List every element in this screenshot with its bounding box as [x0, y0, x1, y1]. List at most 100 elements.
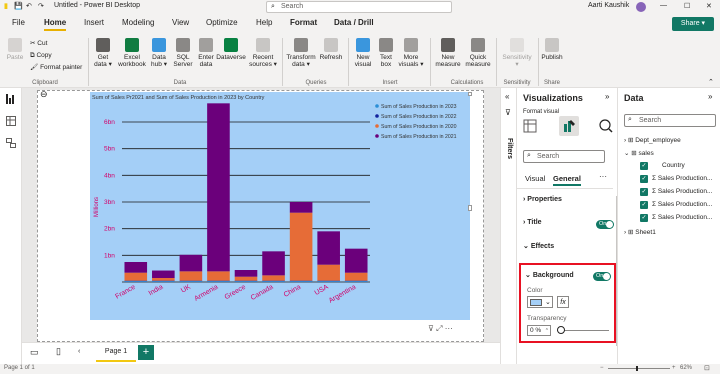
page-count: Page 1 of 1: [4, 365, 35, 371]
table-sheet1[interactable]: › ⊞ Sheet1: [624, 228, 656, 236]
tab-insert[interactable]: Insert: [84, 18, 104, 27]
checkbox-checked-icon[interactable]: ✓: [640, 175, 648, 183]
maximize-icon[interactable]: ☐: [684, 2, 690, 10]
scroll-left-icon[interactable]: ‹: [78, 348, 80, 355]
get-data-button[interactable]: Get data ▾: [92, 38, 114, 68]
section-title[interactable]: › Title: [523, 219, 542, 226]
bar-segment: [344, 248, 368, 273]
more-visuals-button[interactable]: More visuals ▾: [398, 38, 424, 68]
analytics-icon[interactable]: [599, 119, 613, 133]
format-painter-button[interactable]: 🖌 Format painter: [30, 62, 82, 74]
sql-server-button[interactable]: SQL Server: [172, 38, 194, 68]
title-toggle[interactable]: On: [596, 220, 614, 229]
resize-handle[interactable]: [468, 92, 472, 96]
tab-optimize[interactable]: Optimize: [206, 18, 238, 27]
search-box[interactable]: ⌕ Search: [266, 1, 452, 13]
stacked-column-chart[interactable]: Sum of Sales Pr2021 and Sum of Sales Pro…: [90, 92, 470, 320]
filters-label: Filters: [506, 138, 513, 160]
collapse-viz-icon[interactable]: »: [605, 92, 609, 101]
build-visual-icon[interactable]: [523, 119, 537, 133]
minimize-icon[interactable]: —: [660, 2, 667, 9]
share-button[interactable]: Share ▾: [672, 17, 714, 31]
y-tick-label: 6bn: [104, 119, 115, 126]
sensitivity-button[interactable]: Sensitivity ▾: [500, 38, 534, 68]
more-options-icon[interactable]: ⋯: [445, 324, 453, 333]
refresh-button[interactable]: Refresh: [318, 38, 344, 61]
user-name[interactable]: Aarti Kaushik: [588, 2, 629, 9]
tab-modeling[interactable]: Modeling: [122, 18, 154, 27]
publish-button[interactable]: Publish: [540, 38, 564, 61]
excel-button[interactable]: Excel workbook: [118, 38, 146, 68]
table-dept-employee[interactable]: › ⊞ Dept_employee: [624, 136, 681, 144]
section-effects[interactable]: ⌄ Effects: [523, 242, 554, 250]
tab-help[interactable]: Help: [256, 18, 272, 27]
stepper-icon[interactable]: ⌃: [545, 326, 549, 336]
close-icon[interactable]: ✕: [706, 2, 712, 10]
dataverse-button[interactable]: Dataverse: [216, 38, 246, 61]
viz-search-input[interactable]: ⌕ Search: [523, 150, 605, 163]
new-measure-button[interactable]: New measure: [434, 38, 462, 68]
table-sales[interactable]: ⌄ ⊞ sales: [624, 149, 654, 157]
save-icon[interactable]: 💾: [14, 2, 23, 10]
model-view-icon[interactable]: [6, 138, 16, 150]
data-hub-button[interactable]: Data hub ▾: [148, 38, 170, 68]
cut-button[interactable]: ✂ Cut: [30, 38, 82, 50]
data-hub-label: Data hub: [151, 54, 166, 68]
fit-page-icon[interactable]: ⊡: [704, 364, 710, 372]
back-arrow-icon[interactable]: ⊖: [40, 89, 48, 100]
page-tab-1[interactable]: Page 1: [96, 344, 136, 362]
data-search-input[interactable]: ⌕ Search: [624, 114, 716, 127]
copy-button[interactable]: ⧉ Copy: [30, 50, 82, 62]
quick-measure-button[interactable]: Quick measure: [464, 38, 492, 68]
tab-view[interactable]: View: [172, 18, 189, 27]
tab-format[interactable]: Format: [290, 18, 317, 27]
mobile-layout-icon[interactable]: ▯: [56, 346, 61, 357]
color-picker[interactable]: ⌄: [527, 296, 553, 308]
x-tick-label: China: [283, 284, 302, 299]
transform-data-button[interactable]: Transform data ▾: [286, 38, 316, 68]
new-visual-button[interactable]: New visual: [352, 38, 374, 68]
redo-icon[interactable]: ↷: [38, 2, 44, 10]
zoom-out-icon[interactable]: −: [600, 365, 604, 371]
checkbox-checked-icon[interactable]: ✓: [640, 162, 648, 170]
report-view-icon[interactable]: [6, 94, 16, 104]
undo-icon[interactable]: ↶: [26, 2, 32, 10]
transparency-slider-thumb[interactable]: [557, 326, 565, 334]
more-visuals-icon: [404, 38, 418, 52]
filters-pane[interactable]: « ⊽ Filters: [500, 88, 516, 364]
collapse-data-icon[interactable]: »: [708, 92, 712, 101]
conditional-format-button[interactable]: fx: [557, 296, 569, 308]
zoom-slider[interactable]: [608, 368, 670, 369]
add-page-button[interactable]: +: [138, 345, 154, 360]
tab-visual[interactable]: Visual: [525, 174, 545, 183]
section-properties[interactable]: › Properties: [523, 196, 562, 203]
collapse-ribbon-icon[interactable]: ⌃: [708, 78, 714, 86]
recent-sources-button[interactable]: Recent sources ▾: [248, 38, 278, 68]
background-toggle[interactable]: On: [593, 272, 611, 281]
legend-marker: [375, 114, 379, 118]
desktop-layout-icon[interactable]: ▭: [30, 347, 39, 358]
text-box-button[interactable]: Text box: [376, 38, 396, 68]
tab-home[interactable]: Home: [44, 18, 67, 31]
filter-icon[interactable]: ⊽: [428, 324, 434, 333]
tab-general[interactable]: General: [553, 174, 581, 186]
enter-data-button[interactable]: Enter data: [196, 38, 216, 68]
zoom-in-icon[interactable]: +: [672, 365, 676, 371]
tab-data-drill[interactable]: Data / Drill: [334, 18, 374, 27]
tab-file[interactable]: File: [12, 18, 25, 27]
paste-button[interactable]: Paste: [4, 38, 26, 61]
checkbox-checked-icon[interactable]: ✓: [640, 188, 648, 196]
zoom-slider-thumb[interactable]: [636, 366, 638, 371]
more-options-icon[interactable]: ···: [599, 172, 607, 181]
table-view-icon[interactable]: [6, 116, 16, 128]
checkbox-checked-icon[interactable]: ✓: [640, 214, 648, 222]
focus-mode-icon[interactable]: ⤢: [436, 324, 442, 333]
resize-handle[interactable]: [468, 205, 472, 211]
section-background[interactable]: ⌄ Background: [525, 271, 574, 279]
expand-filters-icon[interactable]: «: [505, 92, 509, 101]
format-visual-icon[interactable]: [559, 116, 579, 136]
checkbox-checked-icon[interactable]: ✓: [640, 201, 648, 209]
bar-segment: [152, 281, 175, 282]
avatar[interactable]: [636, 2, 646, 12]
transparency-input[interactable]: 0 % ⌃: [527, 325, 551, 336]
